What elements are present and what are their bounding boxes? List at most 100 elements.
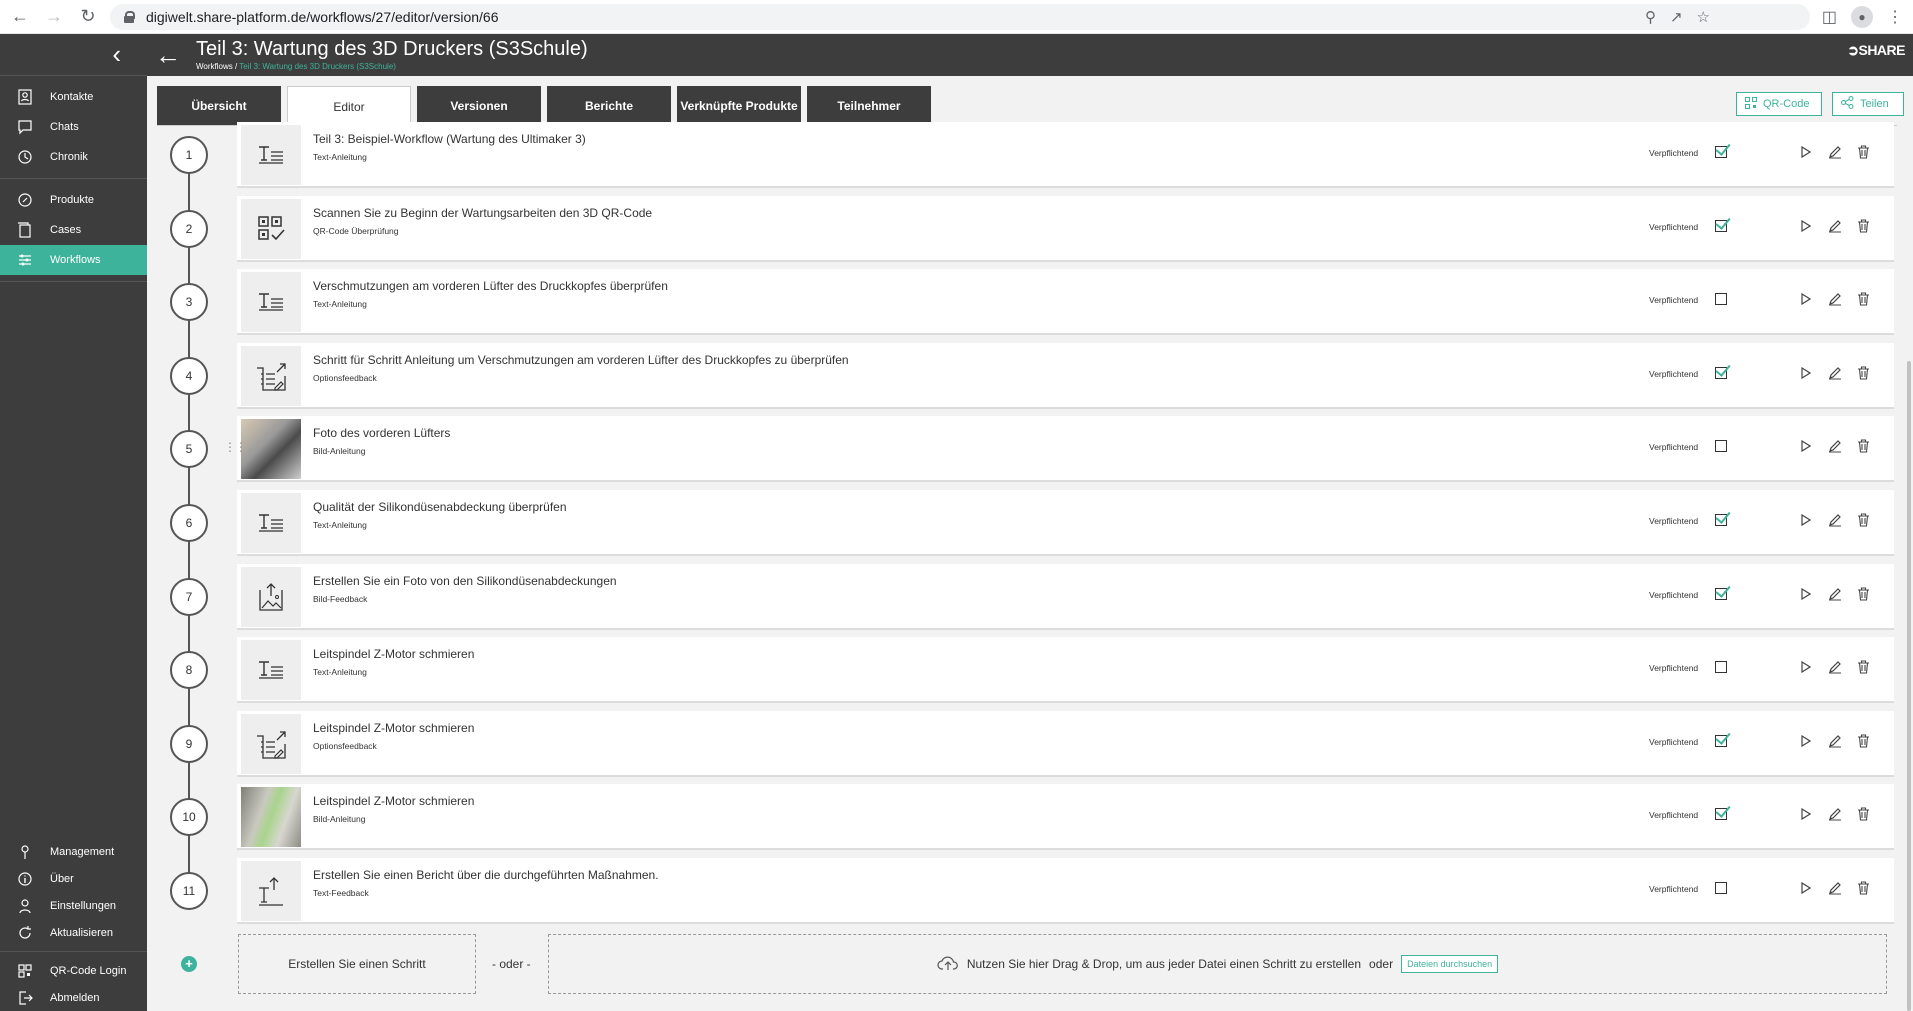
edit-icon[interactable] [1826,878,1843,898]
delete-icon[interactable] [1855,584,1872,604]
sidebar-item-workflows[interactable]: Workflows [0,245,147,275]
play-icon[interactable] [1797,289,1814,309]
cases-icon [14,221,36,239]
sidebar-item-chats[interactable]: Chats [0,112,147,142]
sidebar-item-ueber[interactable]: Über [0,865,147,892]
sidebar-item-einstellungen[interactable]: Einstellungen [0,892,147,919]
mandatory-checkbox[interactable] [1715,440,1727,452]
play-icon[interactable] [1797,436,1814,456]
edit-icon[interactable] [1826,216,1843,236]
play-icon[interactable] [1797,657,1814,677]
sidebar-item-kontakte[interactable]: Kontakte [0,82,147,112]
forward-nav-icon[interactable]: → [40,3,68,31]
edit-icon[interactable] [1826,289,1843,309]
scroll-thumb[interactable] [1907,361,1911,1011]
reload-icon[interactable]: ↻ [74,3,102,31]
edit-icon[interactable] [1826,363,1843,383]
play-icon[interactable] [1797,731,1814,751]
workflow-step-card[interactable]: Erstellen Sie einen Bericht über die dur… [237,858,1894,924]
sidebar-item-abmelden[interactable]: Abmelden [0,984,147,1011]
mandatory-checkbox[interactable] [1715,808,1727,820]
sidebar-item-qr-login[interactable]: QR-Code Login [0,957,147,984]
edit-icon[interactable] [1826,510,1843,530]
edit-icon[interactable] [1826,142,1843,162]
back-arrow-icon[interactable]: ← [155,40,181,71]
edit-icon[interactable] [1826,436,1843,456]
delete-icon[interactable] [1855,804,1872,824]
step-type: Text-Anleitung [313,667,367,677]
workflow-step-card[interactable]: Erstellen Sie ein Foto von den Silikondü… [237,564,1894,630]
back-nav-icon[interactable]: ← [6,3,34,31]
play-icon[interactable] [1797,510,1814,530]
browse-files-button[interactable]: Dateien durchsuchen [1401,955,1499,973]
menu-dots-icon[interactable]: ⋮ [1887,7,1903,27]
tab-berichte[interactable]: Berichte [547,86,671,125]
share-page-icon[interactable]: ↗ [1670,8,1683,26]
zoom-icon[interactable]: ⚲ [1645,8,1656,26]
workflow-step-card[interactable]: Schritt für Schritt Anleitung um Verschm… [237,343,1894,409]
share-button[interactable]: Teilen [1832,92,1904,116]
sidebar-collapse-icon[interactable]: ‹ [0,34,147,76]
delete-icon[interactable] [1855,731,1872,751]
cloud-upload-icon [937,955,959,974]
mandatory-checkbox[interactable] [1715,735,1727,747]
sidebar-item-produkte[interactable]: Produkte [0,185,147,215]
play-icon[interactable] [1797,584,1814,604]
workflow-step-card[interactable]: Leitspindel Z-Motor schmieren Bild-Anleit… [237,784,1894,850]
mandatory-checkbox[interactable] [1715,661,1727,673]
mandatory-checkbox[interactable] [1715,588,1727,600]
play-icon[interactable] [1797,804,1814,824]
edit-icon[interactable] [1826,584,1843,604]
drag-handle-icon[interactable]: ⋮⋮ [224,440,247,454]
delete-icon[interactable] [1855,510,1872,530]
breadcrumb-root[interactable]: Workflows / [196,62,239,71]
mandatory-checkbox[interactable] [1715,220,1727,232]
mandatory-checkbox[interactable] [1715,882,1727,894]
delete-icon[interactable] [1855,363,1872,383]
create-step-button[interactable]: Erstellen Sie einen Schritt [238,934,476,994]
tab-teilnehmer[interactable]: Teilnehmer [807,86,931,125]
workflow-step-card[interactable]: Verschmutzungen am vorderen Lüfter des D… [237,269,1894,335]
profile-avatar[interactable]: ● [1851,6,1873,28]
sidebar-item-aktualisieren[interactable]: Aktualisieren [0,919,147,946]
address-bar[interactable]: digiwelt.share-platform.de/workflows/27/… [110,4,1810,30]
sidebar-item-management[interactable]: Management [0,838,147,865]
scrollbar[interactable] [1905,126,1913,1011]
qr-code-button[interactable]: QR-Code [1736,92,1822,116]
workflow-step-card[interactable]: Qualität der Silikondüsenabdeckung überp… [237,490,1894,556]
workflow-step-card[interactable]: Leitspindel Z-Motor schmieren Optionsfeed… [237,711,1894,777]
delete-icon[interactable] [1855,142,1872,162]
mandatory-label: Verpflichtend [1649,442,1699,452]
play-icon[interactable] [1797,216,1814,236]
play-icon[interactable] [1797,878,1814,898]
workflow-step-card[interactable]: Teil 3: Beispiel-Workflow (Wartung des U… [237,122,1894,188]
mandatory-checkbox[interactable] [1715,514,1727,526]
edit-icon[interactable] [1826,731,1843,751]
step-title: Erstellen Sie einen Bericht über die dur… [313,868,659,882]
tab-versionen[interactable]: Versionen [417,86,541,125]
bookmark-star-icon[interactable]: ☆ [1697,8,1710,26]
play-icon[interactable] [1797,142,1814,162]
sidebar-item-cases[interactable]: Cases [0,215,147,245]
delete-icon[interactable] [1855,878,1872,898]
delete-icon[interactable] [1855,657,1872,677]
add-step-icon[interactable]: + [181,956,197,972]
edit-icon[interactable] [1826,804,1843,824]
delete-icon[interactable] [1855,436,1872,456]
workflow-step-card[interactable]: Foto des vorderen Lüfters Bild-Anleitung V… [237,416,1894,482]
play-icon[interactable] [1797,363,1814,383]
tab-editor[interactable]: Editor [287,86,411,127]
delete-icon[interactable] [1855,289,1872,309]
workflow-step-card[interactable]: Leitspindel Z-Motor schmieren Text-Anleit… [237,637,1894,703]
workflow-step-card[interactable]: Scannen Sie zu Beginn der Wartungsarbeit… [237,196,1894,262]
tab-verknuepfte-produkte[interactable]: Verknüpfte Produkte [677,86,801,125]
delete-icon[interactable] [1855,216,1872,236]
mandatory-checkbox[interactable] [1715,367,1727,379]
side-panel-icon[interactable]: ◫ [1822,7,1837,27]
sidebar-item-chronik[interactable]: Chronik [0,142,147,172]
tab-uebersicht[interactable]: Übersicht [157,86,281,125]
mandatory-checkbox[interactable] [1715,146,1727,158]
edit-icon[interactable] [1826,657,1843,677]
mandatory-checkbox[interactable] [1715,293,1727,305]
file-drop-zone[interactable]: Nutzen Sie hier Drag & Drop, um aus jede… [548,934,1887,994]
